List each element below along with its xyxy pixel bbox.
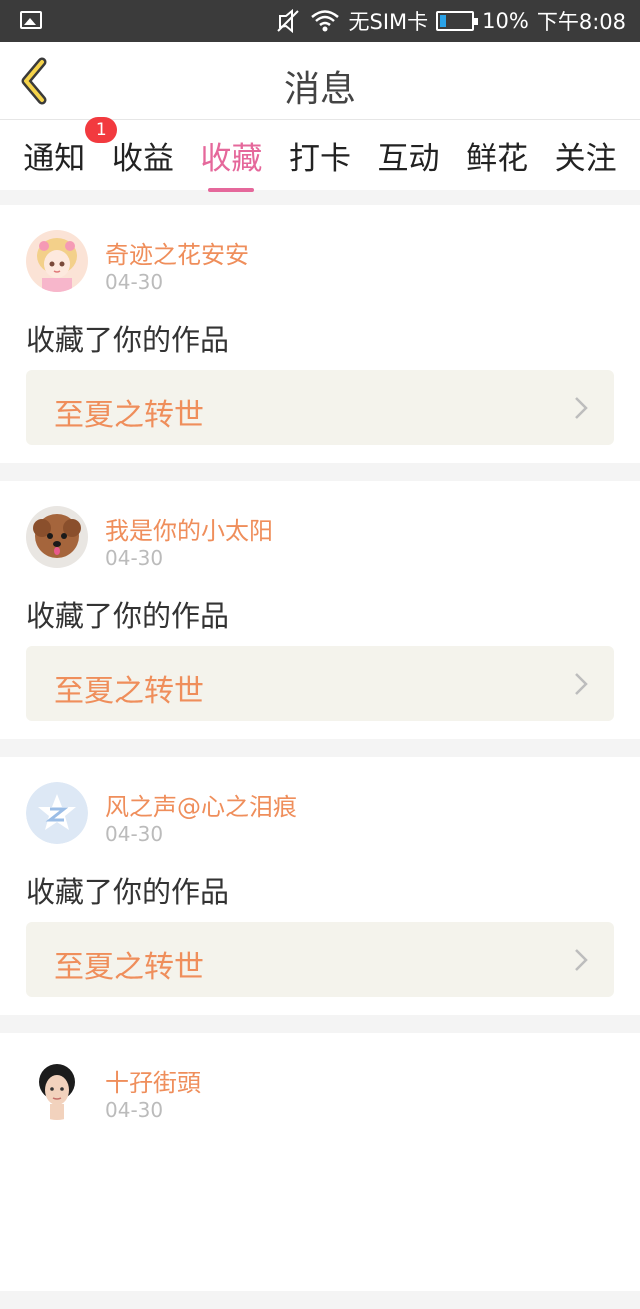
- message-card: 风之声@心之泪痕 04-30 收藏了你的作品 至夏之转世: [0, 757, 640, 1015]
- battery-icon: [436, 11, 479, 31]
- tab-follow[interactable]: 关注: [553, 133, 619, 178]
- message-date: 04-30: [105, 1098, 164, 1122]
- work-link[interactable]: 至夏之转世: [26, 370, 614, 445]
- tab-label: 通知: [23, 140, 86, 177]
- tab-label: 鲜花: [466, 140, 529, 177]
- chevron-right-icon: [575, 673, 588, 695]
- status-bar: 无SIM卡 10% 下午8:08: [0, 0, 640, 42]
- battery-percent: 10%: [482, 9, 529, 33]
- work-title: 至夏之转世: [54, 398, 204, 433]
- tab-label: 收益: [111, 140, 174, 177]
- message-card: 十孖街頭 04-30: [0, 1033, 640, 1291]
- chevron-right-icon: [575, 949, 588, 971]
- mute-icon: [277, 9, 300, 33]
- tab-bar: 通知 1 收益 收藏 打卡 互动 鲜花 关注: [0, 116, 640, 192]
- message-card: 奇迹之花安安 04-30 收藏了你的作品 至夏之转世: [0, 205, 640, 463]
- action-text: 收藏了你的作品: [26, 875, 230, 909]
- tab-favorites[interactable]: 收藏: [198, 133, 264, 192]
- user-name[interactable]: 奇迹之花安安: [105, 235, 249, 270]
- work-link[interactable]: 至夏之转世: [26, 646, 614, 721]
- tab-label: 互动: [377, 140, 440, 177]
- tab-notice[interactable]: 通知 1: [21, 116, 118, 178]
- message-date: 04-30: [105, 546, 164, 570]
- header: 消息: [0, 42, 640, 120]
- action-text: 收藏了你的作品: [26, 323, 230, 357]
- user-name[interactable]: 十孖街頭: [105, 1063, 201, 1098]
- tab-label: 关注: [554, 140, 617, 177]
- message-date: 04-30: [105, 822, 164, 846]
- puppy-avatar[interactable]: [26, 506, 88, 568]
- image-icon: [20, 11, 42, 29]
- tab-interaction[interactable]: 互动: [376, 133, 442, 178]
- message-date: 04-30: [105, 270, 164, 294]
- page-title: 消息: [283, 69, 356, 110]
- tab-flowers[interactable]: 鲜花: [464, 133, 530, 178]
- tab-label: 打卡: [288, 140, 351, 177]
- work-title: 至夏之转世: [54, 674, 204, 709]
- clock: 下午8:08: [536, 10, 626, 34]
- wifi-icon: [311, 10, 340, 32]
- tab-label: 收藏: [200, 140, 263, 177]
- work-link[interactable]: 至夏之转世: [26, 922, 614, 997]
- work-title: 至夏之转世: [54, 950, 204, 985]
- chevron-right-icon: [575, 397, 588, 419]
- user-name[interactable]: 风之声@心之泪痕: [105, 787, 297, 822]
- anime-girl-avatar[interactable]: [26, 230, 88, 292]
- message-list: 奇迹之花安安 04-30 收藏了你的作品 至夏之转世 我是你的小太阳 04-30…: [0, 205, 640, 1309]
- tab-earnings[interactable]: 收益: [110, 133, 176, 178]
- woman-avatar[interactable]: [26, 1058, 88, 1120]
- action-text: 收藏了你的作品: [26, 599, 230, 633]
- tab-checkin[interactable]: 打卡: [287, 133, 353, 178]
- default-z-avatar[interactable]: [26, 782, 88, 844]
- sim-status: 无SIM卡: [348, 10, 429, 34]
- user-name[interactable]: 我是你的小太阳: [105, 511, 273, 546]
- message-card: 我是你的小太阳 04-30 收藏了你的作品 至夏之转世: [0, 481, 640, 739]
